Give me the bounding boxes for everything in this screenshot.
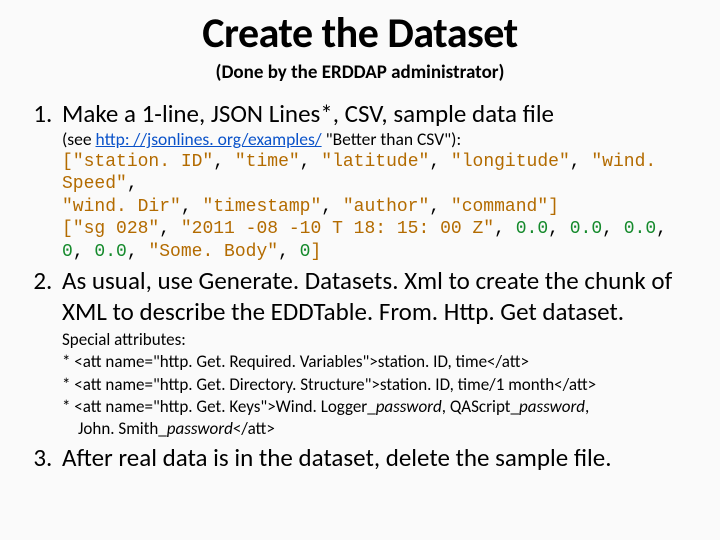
row-s2: "2011 -08 -10 T 18: 15: 00 Z"	[181, 219, 494, 239]
row-s1: "sg 028"	[73, 219, 159, 239]
item1-code-block: ["station. ID", "time", "latitude", "lon…	[62, 151, 712, 264]
row-n2: 0.0	[624, 219, 656, 239]
row2-n3: 0	[300, 242, 311, 262]
item3-text: After real data is in the dataset, delet…	[62, 442, 612, 473]
a3-pw3: password	[167, 418, 233, 439]
hdr-6: "timestamp"	[202, 197, 321, 217]
hdr-1: "time"	[235, 152, 300, 172]
row-n0: 0.0	[516, 219, 548, 239]
code-header-row: ["station. ID", "time", "latitude", "lon…	[62, 151, 712, 196]
numbered-list: Make a 1-line, JSON Lines*, CSV, sample …	[0, 98, 720, 473]
slide: Create the Dataset (Done by the ERDDAP a…	[0, 0, 720, 473]
slide-subtitle: (Done by the ERDDAP administrator)	[0, 61, 720, 84]
list-item-3: After real data is in the dataset, delet…	[58, 442, 712, 473]
a3-pw2: password	[519, 396, 585, 417]
row2-n1: 0	[62, 242, 73, 262]
a3-pw1: password	[376, 396, 442, 417]
attrs-title: Special attributes:	[62, 329, 712, 351]
hdr-8: "command"	[451, 197, 548, 217]
code-data-row-2: 0, 0.0, "Some. Body", 0]	[62, 241, 712, 264]
list-item-1: Make a 1-line, JSON Lines*, CSV, sample …	[58, 98, 712, 263]
attr-line-2: * <att name="http. Get. Directory. Struc…	[62, 374, 712, 396]
hdr-2: "latitude"	[321, 152, 429, 172]
item2-attrs: Special attributes: * <att name="http. G…	[62, 329, 712, 439]
a3-mid1: , QAScript_	[442, 396, 519, 417]
code-data-row: ["sg 028", "2011 -08 -10 T 18: 15: 00 Z"…	[62, 218, 712, 241]
item2-text: As usual, use Generate. Datasets. Xml to…	[62, 265, 672, 327]
jsonlines-link[interactable]: http: //jsonlines. org/examples/	[96, 128, 322, 150]
list-item-2: As usual, use Generate. Datasets. Xml to…	[58, 265, 712, 439]
hdr-0: "station. ID"	[73, 152, 213, 172]
row2-n2: 0.0	[94, 242, 126, 262]
item1-see-suffix: "Better than CSV"):	[322, 128, 462, 150]
row2-s: "Some. Body"	[148, 242, 278, 262]
slide-title: Create the Dataset	[0, 8, 720, 59]
attr-line-3: * <att name="http. Get. Keys">Wind. Logg…	[62, 396, 712, 418]
a3b-pre: John. Smith_	[78, 418, 167, 439]
item1-lead: Make a 1-line, JSON Lines*, CSV, sample …	[62, 98, 554, 129]
row-n1: 0.0	[570, 219, 602, 239]
a3-mid2: ,	[585, 396, 589, 417]
hdr-3: "longitude"	[451, 152, 570, 172]
item1-note: (see http: //jsonlines. org/examples/ "B…	[62, 129, 712, 151]
item1-see-prefix: (see	[62, 128, 96, 150]
a3b-post: </att>	[233, 418, 275, 439]
hdr-7: "author"	[343, 197, 429, 217]
hdr-5: "wind. Dir"	[62, 197, 181, 217]
a3-pre: * <att name="http. Get. Keys">Wind. Logg…	[62, 396, 376, 417]
code-header-row-2: "wind. Dir", "timestamp", "author", "com…	[62, 196, 712, 219]
attr-line-3b: John. Smith_password</att>	[62, 418, 712, 440]
attr-line-1: * <att name="http. Get. Required. Variab…	[62, 351, 712, 373]
